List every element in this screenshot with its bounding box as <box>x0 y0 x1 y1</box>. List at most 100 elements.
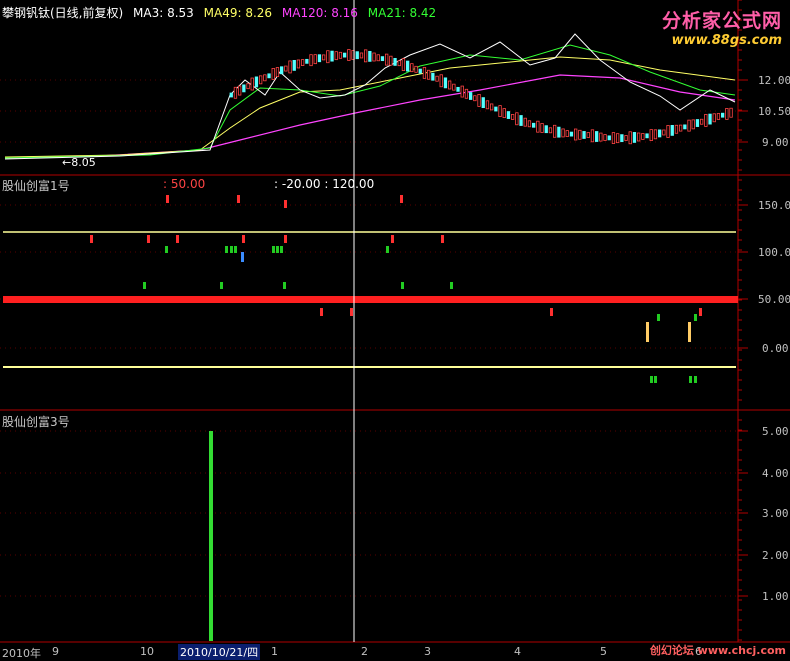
signal-red <box>147 235 150 243</box>
candlestick <box>645 133 649 139</box>
candlestick <box>401 58 406 71</box>
candlestick <box>242 84 246 93</box>
candlestick <box>347 49 351 61</box>
stock-title: 攀钢钒钛(日线,前复权) <box>2 6 124 20</box>
signal-green <box>276 246 279 253</box>
candlestick <box>700 118 704 125</box>
candlestick <box>574 128 578 141</box>
signal-green <box>234 246 237 253</box>
candlestick <box>447 80 452 90</box>
signal-green <box>143 282 146 289</box>
candlestick <box>687 119 691 132</box>
candlestick <box>309 54 313 67</box>
candlestick <box>376 54 380 62</box>
candlestick <box>498 105 502 117</box>
candlestick <box>422 66 427 79</box>
candlestick <box>250 77 254 91</box>
candlestick <box>300 59 305 66</box>
signal-green <box>230 246 233 253</box>
ma120-value: MA120: 8.16 <box>281 6 358 20</box>
candlestick <box>548 127 553 134</box>
candlestick <box>233 86 238 99</box>
signal-green <box>165 246 168 253</box>
price-axis-label: 9.00 <box>762 136 789 149</box>
ma21-value: MA21: 8.42 <box>367 6 437 20</box>
signal-red <box>242 235 245 243</box>
candlestick <box>565 130 569 137</box>
candlestick <box>649 129 653 142</box>
candlestick <box>317 54 322 63</box>
candlestick <box>544 125 548 134</box>
x-axis-month: 4 <box>514 645 521 658</box>
logo-text: 分析家公式网 <box>661 10 782 32</box>
x-axis-month: 10 <box>140 645 154 658</box>
candlestick <box>532 122 536 128</box>
candlestick <box>342 52 347 58</box>
indicator1-title: 股仙创富1号 <box>2 179 70 193</box>
candlestick <box>468 92 473 100</box>
ind3-axis-label: 5.00 <box>762 425 789 438</box>
candlestick <box>599 132 603 142</box>
ind3-axis-label: 4.00 <box>762 467 789 480</box>
ma120-line <box>4 74 736 159</box>
x-axis-month: 3 <box>424 645 431 658</box>
signal-red <box>320 308 323 316</box>
candlestick <box>355 51 359 60</box>
candlestick <box>653 129 658 140</box>
candlestick <box>611 132 616 144</box>
low-price-marker: ←8.05 <box>62 156 96 169</box>
candlestick <box>721 112 725 118</box>
candlestick <box>527 120 532 128</box>
signal-green <box>280 246 283 253</box>
signal-red <box>441 235 444 243</box>
signal-red <box>350 308 353 316</box>
candlestick <box>628 131 632 145</box>
candlestick <box>477 94 481 107</box>
candlestick <box>267 73 271 79</box>
candlestick <box>561 128 565 138</box>
candlestick <box>729 107 733 118</box>
signal-red <box>391 235 394 243</box>
candlestick <box>510 114 515 120</box>
signal-red <box>90 235 93 243</box>
ma49-value: MA49: 8.26 <box>203 6 273 20</box>
candlestick <box>246 83 250 90</box>
price-panel-header: 攀钢钒钛(日线,前复权) MA3: 8.53 MA49: 8.26 MA120:… <box>2 4 442 21</box>
candlestick <box>397 60 401 67</box>
signal-green <box>650 376 653 383</box>
signal-green <box>654 376 657 383</box>
candlestick <box>393 57 397 66</box>
ma3-value: MA3: 8.53 <box>133 6 194 20</box>
candlestick <box>557 126 561 138</box>
candlestick <box>275 67 280 77</box>
level-50-band <box>3 296 738 303</box>
indicator3-bar <box>209 431 213 641</box>
ind3-axis-label: 1.00 <box>762 590 789 603</box>
signal-red <box>400 195 403 203</box>
candlestick <box>489 103 494 111</box>
signal-green <box>272 246 275 253</box>
signal-green <box>225 246 228 253</box>
candlestick <box>670 124 674 136</box>
candlestick <box>637 132 641 142</box>
candlestick <box>658 129 662 138</box>
candlestick <box>372 52 376 62</box>
signal-green <box>283 282 286 289</box>
candlestick <box>418 68 422 74</box>
x-axis-month: 9 <box>52 645 59 658</box>
candlestick <box>389 55 393 66</box>
candlestick <box>359 52 364 59</box>
x-axis-month: 1 <box>271 645 278 658</box>
candlestick <box>595 131 599 142</box>
ma21-line <box>4 44 736 159</box>
ind3-axis-label: 3.00 <box>762 507 789 520</box>
signal-green <box>694 314 697 321</box>
signal-red <box>166 195 169 203</box>
candlestick <box>683 124 687 130</box>
candlestick <box>540 123 544 133</box>
candlestick <box>229 92 233 98</box>
chart-canvas[interactable] <box>0 0 790 660</box>
cursor-date-label: 2010/10/21/四 <box>178 644 261 660</box>
candlestick <box>725 108 729 120</box>
signal-yellow <box>646 322 649 342</box>
